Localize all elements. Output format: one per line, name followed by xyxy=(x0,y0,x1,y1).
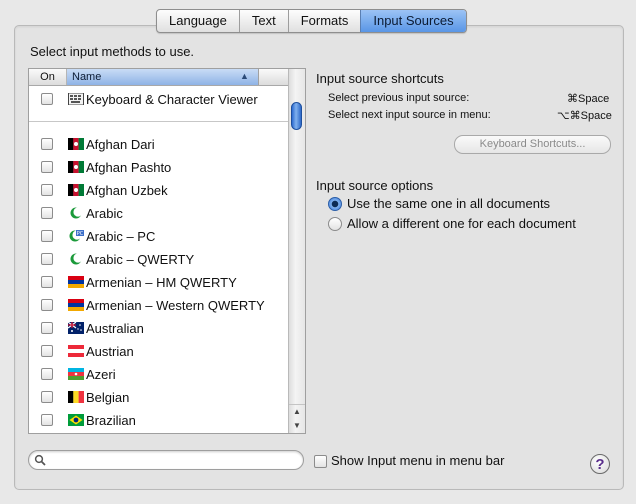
enable-checkbox[interactable] xyxy=(41,138,53,150)
enable-checkbox[interactable] xyxy=(41,368,53,380)
enable-checkbox[interactable] xyxy=(41,322,53,334)
list-separator xyxy=(29,121,288,122)
list-item-keyboard-viewer[interactable]: Keyboard & Character Viewer xyxy=(29,88,288,111)
scroll-down-arrow-icon[interactable]: ▼ xyxy=(289,419,305,433)
list-item-label: Azeri xyxy=(86,367,116,382)
brazil-flag-icon xyxy=(68,414,84,426)
list-item[interactable]: Armenian – Western QWERTY xyxy=(29,294,288,317)
prev-source-shortcut: ⌘Space xyxy=(567,93,610,105)
column-header-name-label: Name xyxy=(72,71,102,83)
list-item[interactable]: Austrian xyxy=(29,340,288,363)
list-item[interactable]: Afghan Dari xyxy=(29,133,288,156)
enable-checkbox[interactable] xyxy=(41,345,53,357)
search-field[interactable] xyxy=(28,450,304,470)
list-item-label: Armenian – HM QWERTY xyxy=(86,275,237,290)
list-item-label: Arabic – PC xyxy=(86,229,156,244)
options-heading: Input source options xyxy=(316,178,434,193)
enable-checkbox[interactable] xyxy=(41,299,53,311)
column-header-name[interactable]: Name xyxy=(67,69,259,85)
list-item-label: Austrian xyxy=(86,344,134,359)
list-item[interactable]: Belgian xyxy=(29,386,288,409)
radio-same-label: Use the same one in all documents xyxy=(347,196,551,211)
scroll-up-arrow-icon[interactable]: ▲ xyxy=(289,404,305,419)
list-item[interactable]: Afghan Uzbek xyxy=(29,179,288,202)
enable-checkbox[interactable] xyxy=(41,253,53,265)
keyboard-shortcuts-button[interactable]: Keyboard Shortcuts... xyxy=(454,135,611,154)
list-item[interactable]: Azeri xyxy=(29,363,288,386)
enable-checkbox[interactable] xyxy=(41,184,53,196)
help-button[interactable]: ? xyxy=(590,454,610,474)
list-item-label: Belgian xyxy=(86,390,130,405)
list-item-label: Armenian – Western QWERTY xyxy=(86,298,265,313)
tab-formats[interactable]: Formats xyxy=(287,10,361,32)
list-item[interactable]: Australian xyxy=(29,317,288,340)
list-item[interactable]: Arabic – QWERTY xyxy=(29,248,288,271)
radio-same-all-documents[interactable] xyxy=(328,197,342,211)
svg-text:PC: PC xyxy=(77,231,84,237)
next-source-label: Select next input source in menu: xyxy=(328,109,491,121)
list-item-label: Brazilian xyxy=(86,413,136,428)
list-item[interactable]: Afghan Pashto xyxy=(29,156,288,179)
list-item-label: Afghan Dari xyxy=(86,137,155,152)
list-item-label: Arabic – QWERTY xyxy=(86,252,195,267)
list-item[interactable]: Brazilian xyxy=(29,409,288,432)
list-item[interactable]: Armenian – HM QWERTY xyxy=(29,271,288,294)
belgium-flag-icon xyxy=(68,391,84,403)
australia-flag-icon xyxy=(68,322,84,334)
list-item-label: Keyboard & Character Viewer xyxy=(86,92,258,107)
enable-checkbox[interactable] xyxy=(41,161,53,173)
enable-checkbox[interactable] xyxy=(41,391,53,403)
list-item-label: Afghan Uzbek xyxy=(86,183,168,198)
show-input-menu-checkbox[interactable] xyxy=(314,455,327,468)
crescent-icon xyxy=(70,253,83,265)
list-header: On Name ▲ xyxy=(29,69,288,86)
prev-source-label: Select previous input source: xyxy=(328,92,470,104)
list-item-label: Australian xyxy=(86,321,144,336)
input-source-list[interactable]: On Name ▲ Keyboard & Character Viewer Af… xyxy=(28,68,306,434)
sort-ascending-icon: ▲ xyxy=(240,71,249,81)
tab-text[interactable]: Text xyxy=(238,10,288,32)
search-icon xyxy=(34,454,46,466)
enable-checkbox[interactable] xyxy=(41,230,53,242)
search-input[interactable] xyxy=(49,452,299,468)
show-input-menu-label: Show Input menu in menu bar xyxy=(331,453,505,468)
enable-checkbox[interactable] xyxy=(41,207,53,219)
scrollbar-thumb[interactable] xyxy=(291,102,302,130)
enable-checkbox[interactable] xyxy=(41,93,53,105)
enable-checkbox[interactable] xyxy=(41,414,53,426)
list-scrollbar[interactable]: ▲ ▼ xyxy=(288,69,305,433)
list-item-label: Afghan Pashto xyxy=(86,160,172,175)
austria-flag-icon xyxy=(68,345,84,357)
shortcuts-heading: Input source shortcuts xyxy=(316,71,444,86)
crescent-icon xyxy=(70,207,83,219)
column-header-on[interactable]: On xyxy=(29,69,67,85)
list-item[interactable]: PC Arabic – PC xyxy=(29,225,288,248)
afghanistan-flag-icon xyxy=(68,138,84,150)
radio-different-per-document[interactable] xyxy=(328,217,342,231)
tab-bar: Language Text Formats Input Sources xyxy=(156,9,467,33)
afghanistan-flag-icon xyxy=(68,161,84,173)
column-header-filler xyxy=(260,69,288,85)
tab-input-sources[interactable]: Input Sources xyxy=(360,10,466,32)
azerbaijan-flag-icon xyxy=(68,368,84,380)
tab-language[interactable]: Language xyxy=(157,10,239,32)
list-item-label: Arabic xyxy=(86,206,123,221)
enable-checkbox[interactable] xyxy=(41,276,53,288)
crescent-pc-icon: PC xyxy=(69,230,84,242)
next-source-shortcut: ⌥⌘Space xyxy=(557,110,612,122)
keyboard-viewer-icon xyxy=(68,93,84,105)
list-item[interactable]: Arabic xyxy=(29,202,288,225)
radio-different-label: Allow a different one for each document xyxy=(347,216,576,231)
intro-text: Select input methods to use. xyxy=(30,44,195,59)
armenia-flag-icon xyxy=(68,299,84,311)
armenia-flag-icon xyxy=(68,276,84,288)
afghanistan-flag-icon xyxy=(68,184,84,196)
